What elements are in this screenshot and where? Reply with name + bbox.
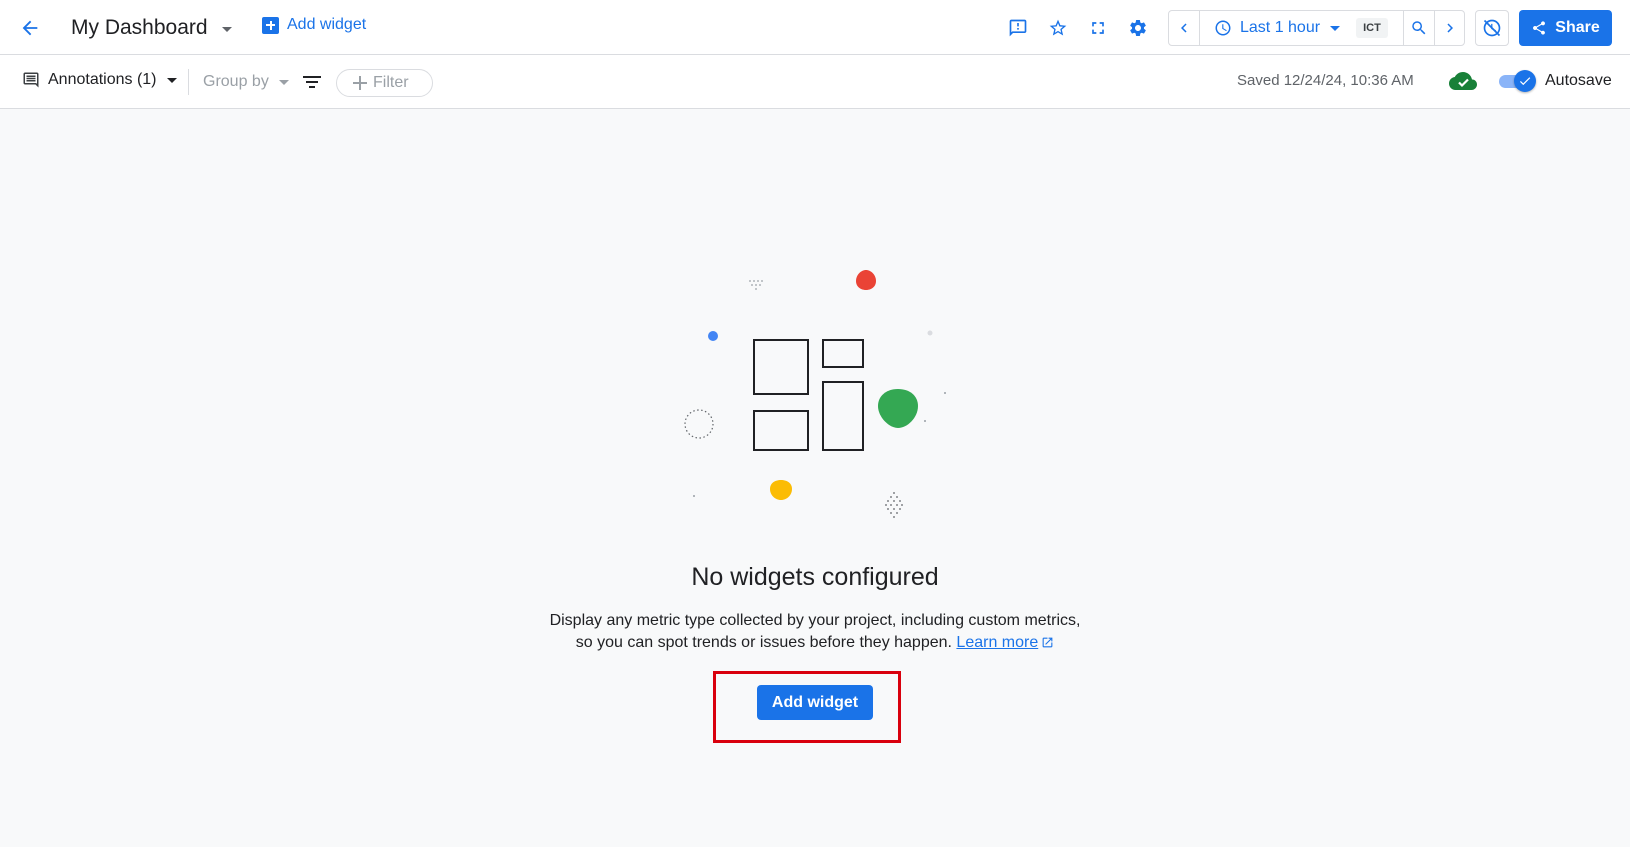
time-range-label: Last 1 hour [1240, 19, 1321, 36]
small-dot-right-2 [924, 420, 926, 422]
widget-placeholder-wide [753, 410, 809, 451]
small-dot-left [693, 495, 695, 497]
share-label: Share [1555, 19, 1600, 36]
top-header: My Dashboard Add widget Last 1 hour ICT [0, 0, 1630, 55]
share-icon [1533, 21, 1546, 35]
widget-placeholder-small [822, 339, 864, 368]
toolbar-divider [188, 69, 189, 95]
star-icon [1049, 19, 1067, 36]
plus-icon [353, 76, 367, 90]
widget-placeholder-tall [822, 381, 864, 451]
caret-down-icon [221, 26, 232, 32]
time-range-control: Last 1 hour ICT [1168, 10, 1465, 46]
add-widget-button[interactable]: Add widget [757, 685, 873, 720]
clock-icon [1215, 20, 1231, 36]
yellow-blob [770, 480, 792, 500]
group-by-dropdown[interactable]: Group by [203, 73, 289, 91]
caret-down-icon [166, 77, 177, 83]
gear-icon [1130, 19, 1146, 36]
cloud-done-icon [1449, 70, 1477, 97]
dashboard-title: My Dashboard [71, 16, 208, 39]
add-box-icon [262, 16, 279, 34]
empty-dashboard-illustration [684, 270, 946, 518]
annotations-dropdown[interactable]: Annotations (1) [22, 71, 177, 89]
empty-state-title: No widgets configured [691, 563, 939, 591]
widget-placeholder-large [753, 339, 809, 395]
back-button[interactable] [14, 12, 46, 44]
dashboard-toolbar: Annotations (1) Group by Filter Saved 12… [0, 55, 1630, 109]
autosave-label: Autosave [1545, 72, 1612, 89]
blue-dot [708, 331, 718, 341]
empty-state-description: Display any metric type collected by you… [515, 610, 1115, 654]
dashboard-title-dropdown[interactable]: My Dashboard [71, 16, 232, 40]
favorite-button[interactable] [1042, 12, 1074, 44]
annotations-icon [23, 72, 39, 88]
red-blob [856, 270, 876, 290]
zoom-button[interactable] [1404, 11, 1435, 45]
filter-menu-button[interactable] [303, 75, 321, 94]
chevron-right-icon [1446, 23, 1453, 33]
illustration-confetti-dots [749, 280, 763, 290]
small-dot-right [944, 392, 946, 394]
zoom-icon [1412, 21, 1426, 35]
back-arrow-icon [22, 20, 38, 36]
next-time-button[interactable] [1435, 11, 1464, 45]
filter-label: Filter [373, 74, 409, 91]
fullscreen-icon [1092, 22, 1104, 34]
link-off-icon [1483, 19, 1501, 37]
settings-button[interactable] [1122, 12, 1154, 44]
dotted-circle [684, 409, 714, 439]
learn-more-label: Learn more [956, 634, 1039, 651]
time-range-dropdown[interactable]: Last 1 hour ICT [1200, 11, 1404, 45]
caret-down-icon [1330, 25, 1341, 31]
fullscreen-button[interactable] [1082, 12, 1114, 44]
previous-time-button[interactable] [1169, 11, 1200, 45]
unlink-time-button[interactable] [1475, 10, 1509, 46]
toggle-thumb [1514, 70, 1536, 92]
feedback-button[interactable] [1002, 12, 1034, 44]
description-line-1: Display any metric type collected by you… [549, 612, 1081, 629]
description-line-2: so you can spot trends or issues before … [575, 634, 952, 651]
add-filter-chip[interactable]: Filter [336, 69, 433, 97]
dotted-wedge [885, 492, 903, 518]
share-button[interactable]: Share [1519, 10, 1612, 46]
add-widget-header-label: Add widget [287, 16, 367, 33]
feedback-icon [1009, 19, 1027, 37]
description-line-2-wrapper: so you can spot trends or issues before … [515, 632, 1115, 654]
external-link-icon [1042, 637, 1053, 648]
add-widget-header-button[interactable]: Add widget [262, 16, 366, 34]
learn-more-link[interactable]: Learn more [956, 634, 1054, 651]
caret-down-icon [278, 79, 289, 85]
timezone-badge: ICT [1356, 18, 1388, 38]
group-by-label: Group by [203, 73, 269, 90]
green-blob [878, 389, 918, 428]
autosave-toggle[interactable] [1497, 69, 1537, 93]
gray-dot [927, 330, 933, 336]
saved-timestamp: Saved 12/24/24, 10:36 AM [1237, 72, 1414, 89]
annotations-label: Annotations (1) [48, 71, 157, 88]
filter-lines-icon [303, 76, 321, 88]
autosave-control: Autosave [1497, 69, 1612, 93]
check-icon [1519, 77, 1531, 86]
chevron-left-icon [1181, 23, 1187, 33]
